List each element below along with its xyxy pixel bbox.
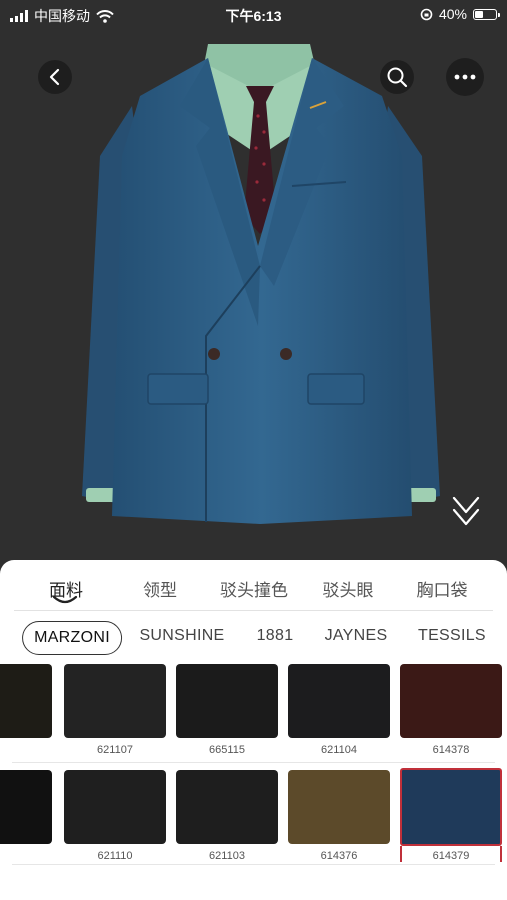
- status-bar: 中国移动 下午6:13 40%: [0, 0, 507, 28]
- fabric-grid: 621107 665115 621104 614378 621110 62110…: [0, 660, 507, 870]
- category-tabs: 面料 领型 驳头撞色 驳头眼 胸口袋: [0, 560, 507, 608]
- brand-chip-tessils[interactable]: TESSILS: [418, 627, 486, 645]
- double-chevron-down-icon: [452, 496, 480, 526]
- fabric-swatch[interactable]: [400, 664, 502, 738]
- brand-chip-marzoni[interactable]: MARZONI: [22, 621, 122, 655]
- selection-marker: [500, 846, 502, 862]
- brand-chip-sunshine[interactable]: SUNSHINE: [139, 627, 224, 645]
- tab-lapel-buttonhole[interactable]: 驳头眼: [323, 576, 374, 601]
- fabric-code: 621107: [97, 744, 133, 756]
- battery-percent: 40%: [438, 6, 467, 22]
- brand-chip-1881[interactable]: 1881: [257, 627, 294, 645]
- fabric-code: 614378: [432, 744, 470, 756]
- back-button[interactable]: [38, 60, 72, 94]
- selection-marker: [400, 846, 402, 862]
- search-button[interactable]: [380, 60, 414, 94]
- fabric-code: 621110: [97, 850, 133, 862]
- rotation-lock-icon: [420, 8, 433, 20]
- tab-chest-pocket[interactable]: 胸口袋: [417, 576, 468, 601]
- fabric-code: 614379: [432, 850, 470, 862]
- fabric-swatch-selected[interactable]: [400, 768, 502, 846]
- collapse-button[interactable]: [448, 492, 484, 532]
- fabric-swatch[interactable]: [176, 770, 278, 844]
- brand-filter-row: MARZONI SUNSHINE 1881 JAYNES TESSILS: [0, 618, 507, 660]
- fabric-swatch[interactable]: [0, 664, 52, 738]
- tab-collar-style[interactable]: 领型: [143, 576, 177, 601]
- divider: [12, 864, 495, 865]
- fabric-swatch[interactable]: [64, 770, 166, 844]
- more-dots-icon: [454, 74, 476, 80]
- tab-lapel-contrast[interactable]: 驳头撞色: [220, 576, 288, 601]
- divider: [12, 762, 495, 763]
- fabric-swatch[interactable]: [64, 664, 166, 738]
- fabric-code: 665115: [209, 744, 245, 756]
- brand-chip-jaynes[interactable]: JAYNES: [325, 627, 388, 645]
- battery-icon: [473, 8, 500, 20]
- fabric-code: 614376: [320, 850, 358, 862]
- fabric-swatch[interactable]: [0, 770, 52, 844]
- divider: [14, 610, 493, 611]
- options-sheet: 面料 领型 驳头撞色 驳头眼 胸口袋 MARZONI SUNSHINE 1881…: [0, 560, 507, 900]
- active-tab-indicator: [52, 595, 78, 604]
- fabric-code: 621104: [321, 744, 357, 756]
- fabric-code: 621103: [209, 850, 245, 862]
- fabric-swatch[interactable]: [176, 664, 278, 738]
- search-icon: [387, 67, 408, 88]
- back-arrow-icon: [49, 68, 60, 86]
- fabric-swatch[interactable]: [288, 664, 390, 738]
- fabric-swatch[interactable]: [288, 770, 390, 844]
- suit-preview-image: [82, 44, 440, 524]
- more-button[interactable]: [446, 58, 484, 96]
